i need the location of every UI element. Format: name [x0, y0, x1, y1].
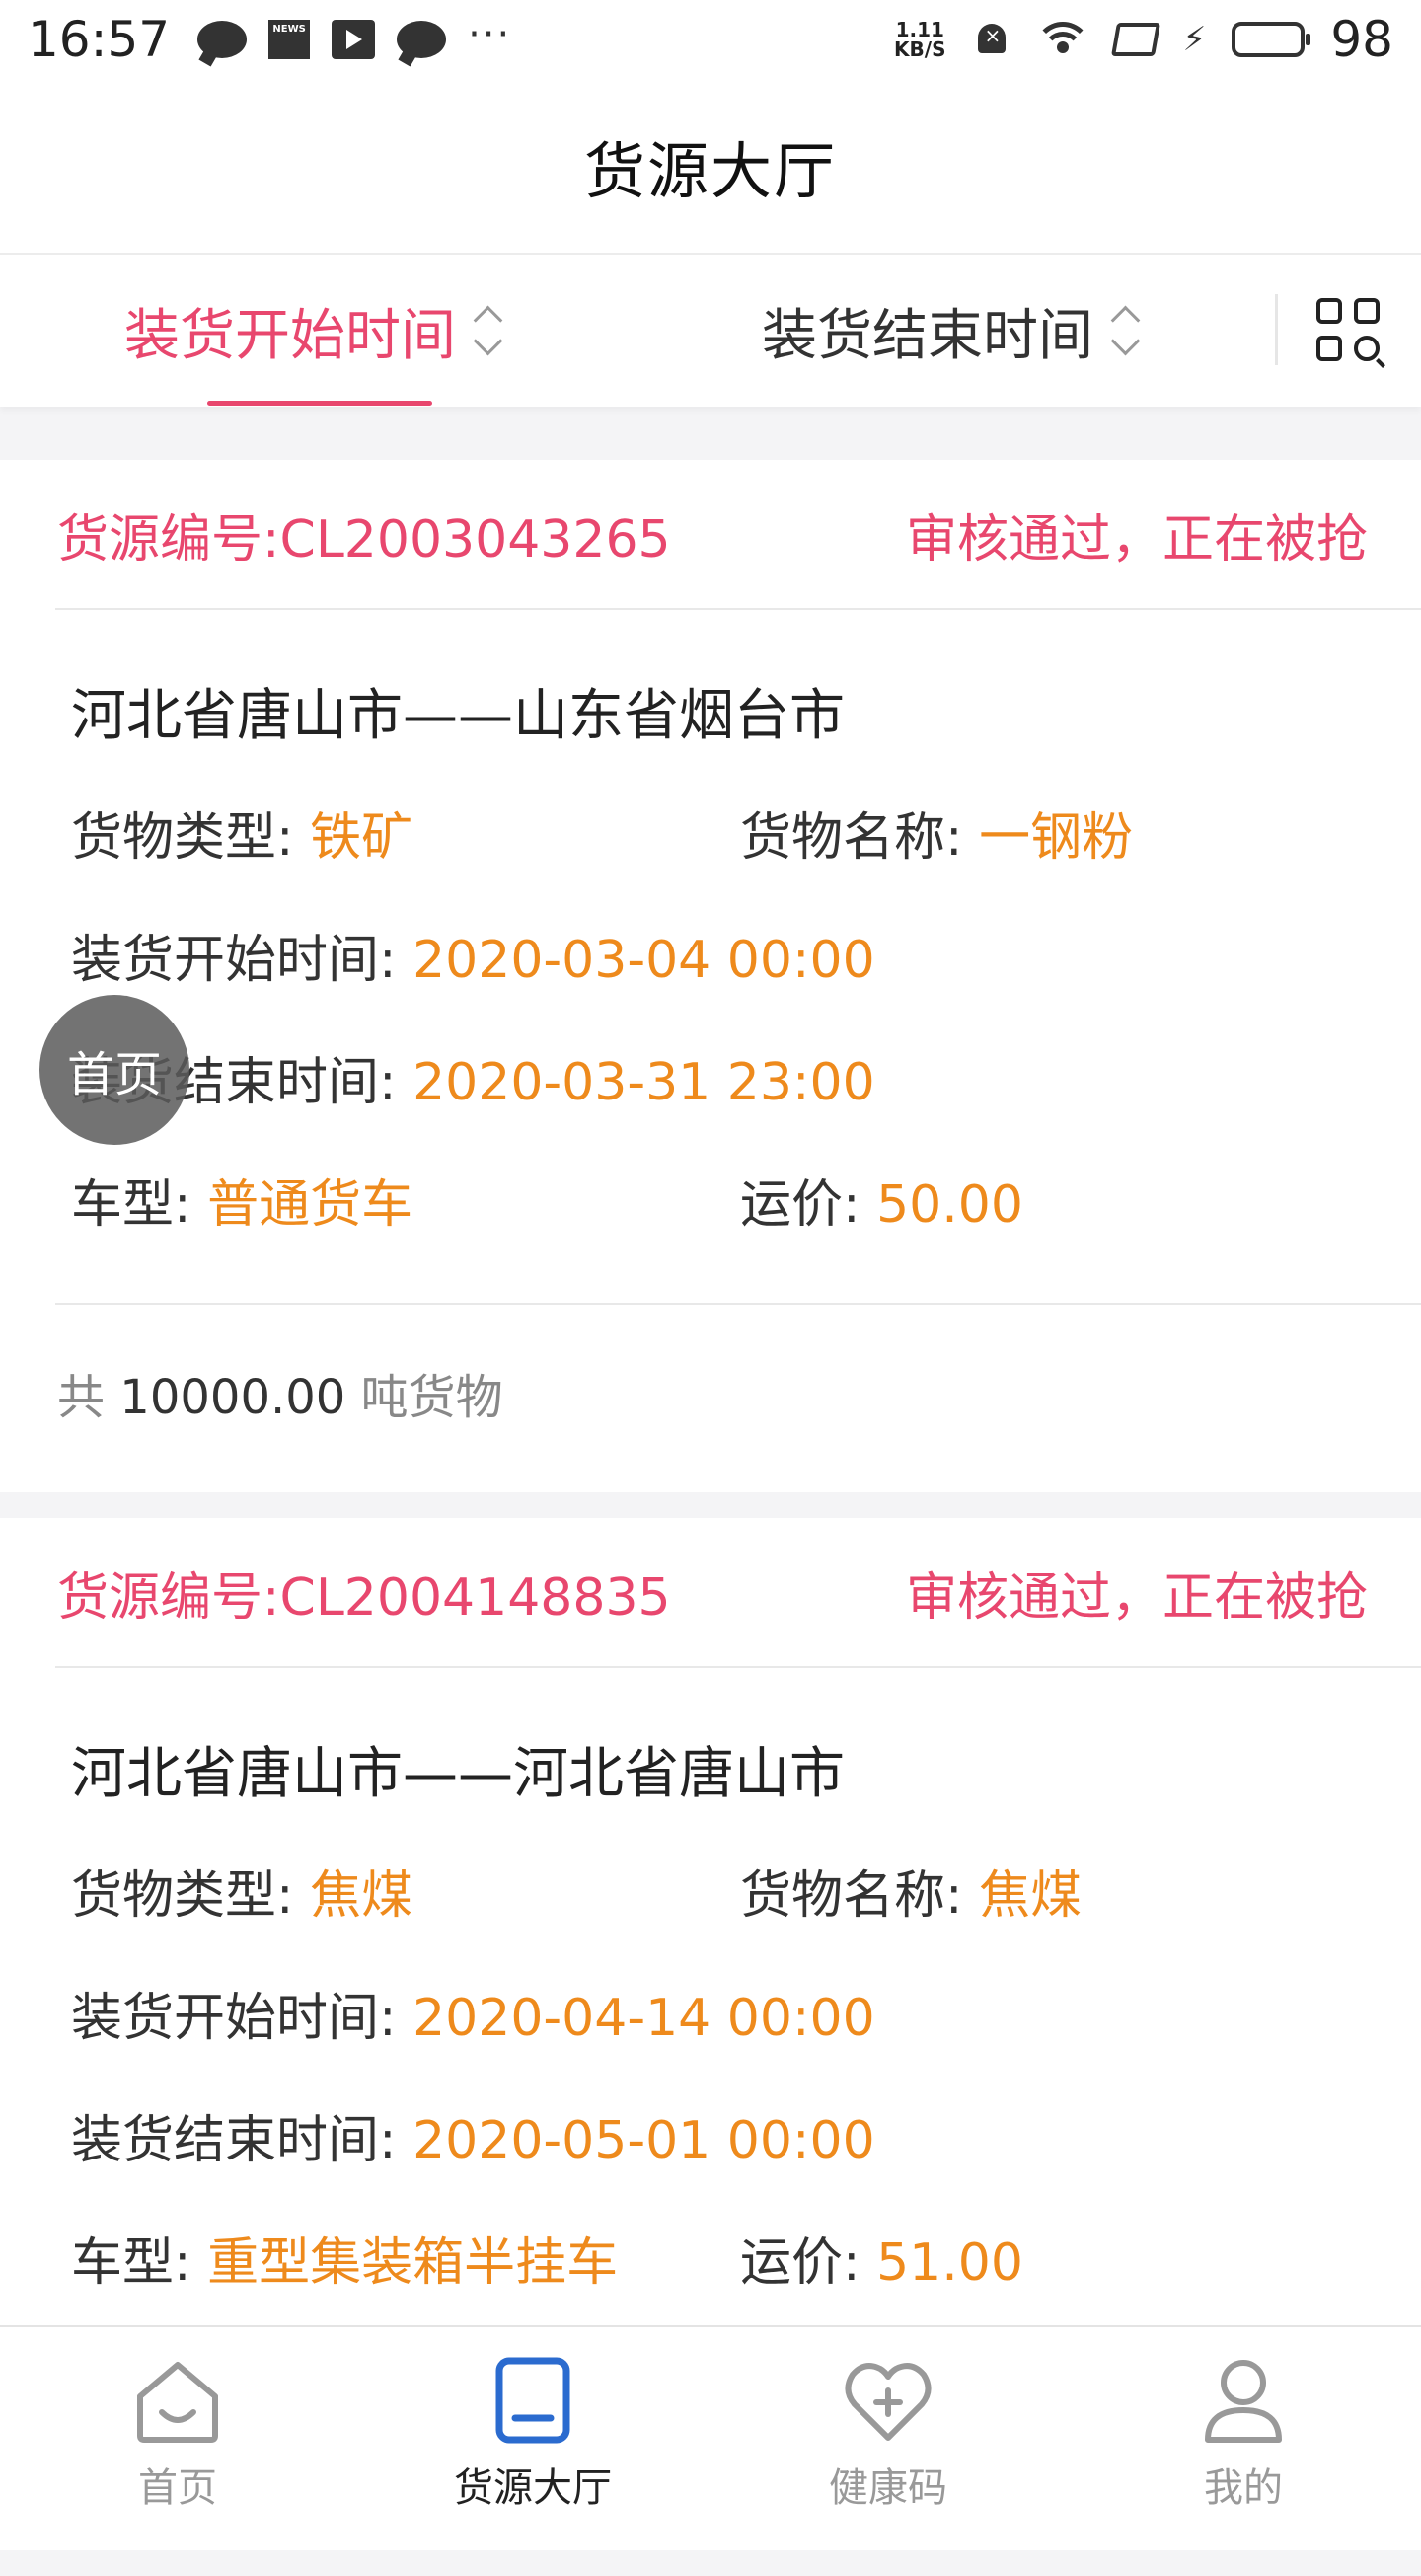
load-start-row: 装货开始时间: 2020-04-14 00:00: [71, 1976, 875, 2050]
charging-icon: ⚡: [1182, 20, 1207, 59]
chat-icon: [197, 21, 248, 58]
sort-tab-label: 装货开始时间: [124, 303, 456, 368]
status-bar: 16:57 NEWS ··· 1.11 KB/S × ⚡ 98: [0, 0, 1421, 79]
user-icon: [1196, 2353, 1291, 2448]
sort-bar: 装货开始时间 装货结束时间: [0, 255, 1421, 407]
cargo-type-row: 货物类型: 铁矿: [71, 796, 412, 870]
load-end-label: 装货结束时间:: [71, 2111, 397, 2170]
cargo-id: 货源编号:CL2003043265: [57, 509, 671, 569]
load-end-row: 装货结束时间: 2020-05-01 00:00: [71, 2098, 875, 2172]
active-tab-indicator: [207, 401, 432, 406]
price-value: 51.00: [876, 2234, 1023, 2293]
vehicle-row: 车型: 重型集装箱半挂车: [71, 2221, 618, 2295]
price-row: 运价: 50.00: [740, 1163, 1023, 1237]
vehicle-value: 普通货车: [207, 1175, 413, 1235]
total-amount: 10000.00: [119, 1370, 346, 1425]
cargo-name-row: 货物名称: 一钢粉: [740, 796, 1133, 870]
header: 货源大厅: [0, 79, 1421, 255]
load-start-row: 装货开始时间: 2020-03-04 00:00: [71, 918, 875, 992]
play-icon: [332, 20, 376, 59]
cargo-name-label: 货物名称:: [740, 808, 963, 868]
price-value: 50.00: [876, 1175, 1023, 1235]
more-dots-icon: ···: [468, 12, 512, 57]
divider: [1275, 294, 1278, 365]
sort-tab-label: 装货结束时间: [762, 303, 1093, 368]
cargo-type-value: 焦煤: [310, 1866, 413, 1926]
cargo-name-value: 焦煤: [979, 1866, 1083, 1926]
load-start-value: 2020-04-14 00:00: [412, 1989, 875, 2048]
cargo-name-value: 一钢粉: [979, 808, 1134, 868]
network-speed-unit: KB/S: [894, 38, 946, 61]
floating-home-button[interactable]: 首页: [39, 995, 189, 1145]
battery-level: 98: [1330, 11, 1393, 68]
load-start-label: 装货开始时间:: [71, 1989, 397, 2048]
document-icon: [486, 2353, 580, 2448]
load-end-value: 2020-05-01 00:00: [412, 2111, 875, 2170]
grid-search-icon[interactable]: [1316, 298, 1385, 367]
divider: [55, 608, 1421, 610]
news-icon-label: NEWS: [272, 24, 306, 35]
floating-home-label: 首页: [66, 1047, 162, 1102]
sort-arrows-icon: [470, 302, 505, 359]
tab-cargo-hall[interactable]: 货源大厅: [355, 2327, 710, 2529]
network-speed: 1.11 KB/S: [894, 20, 945, 59]
cargo-id: 货源编号:CL2004148835: [57, 1567, 671, 1628]
status-badge: 审核通过，正在被抢: [905, 1567, 1368, 1628]
page-title: 货源大厅: [583, 135, 837, 207]
cargo-card[interactable]: 货源编号:CL2003043265 审核通过，正在被抢 河北省唐山市——山东省烟…: [0, 460, 1421, 1492]
vehicle-label: 车型:: [71, 1175, 191, 1235]
status-notification-icons: NEWS ···: [197, 12, 512, 59]
tab-health-code[interactable]: 健康码: [710, 2327, 1066, 2529]
chat-icon: [397, 21, 447, 58]
cargo-name-row: 货物名称: 焦煤: [740, 1854, 1082, 1928]
sort-tab-load-end[interactable]: 装货结束时间: [762, 255, 1143, 407]
load-end-row: 装货结束时间: 2020-03-31 23:00: [71, 1040, 875, 1114]
load-end-value: 2020-03-31 23:00: [412, 1053, 875, 1112]
cargo-name-label: 货物名称:: [740, 1866, 963, 1926]
status-time: 16:57: [28, 11, 171, 68]
heart-plus-icon: [841, 2353, 935, 2448]
sort-arrows-icon: [1107, 302, 1143, 359]
cargo-list: 货源编号:CL2003043265 审核通过，正在被抢 河北省唐山市——山东省烟…: [0, 460, 1421, 2576]
cargo-type-label: 货物类型:: [71, 1866, 294, 1926]
route: 河北省唐山市——河北省唐山市: [71, 1742, 845, 1806]
cargo-type-label: 货物类型:: [71, 808, 294, 868]
news-icon: NEWS: [268, 20, 311, 59]
vehicle-value: 重型集装箱半挂车: [207, 2234, 619, 2293]
mute-bell-icon: ×: [972, 18, 1011, 61]
cargo-type-value: 铁矿: [310, 808, 413, 868]
load-start-value: 2020-03-04 00:00: [412, 931, 875, 990]
tab-label: 首页: [138, 2465, 217, 2511]
rotate-icon: [1110, 23, 1160, 56]
tab-label: 我的: [1204, 2465, 1283, 2511]
status-system-icons: 1.11 KB/S × ⚡ 98: [894, 11, 1393, 68]
route: 河北省唐山市——山东省烟台市: [71, 684, 845, 748]
price-label: 运价:: [740, 1175, 860, 1235]
tab-label: 健康码: [829, 2465, 947, 2511]
sort-tab-load-start[interactable]: 装货开始时间: [124, 255, 505, 407]
vehicle-row: 车型: 普通货车: [71, 1163, 412, 1237]
wifi-icon: [1036, 20, 1088, 59]
card-header: 货源编号:CL2004148835 审核通过，正在被抢: [57, 1518, 1368, 1666]
total-suffix: 吨货物: [360, 1370, 503, 1425]
card-header: 货源编号:CL2003043265 审核通过，正在被抢: [57, 460, 1368, 608]
battery-icon: [1232, 22, 1311, 57]
home-icon: [130, 2353, 225, 2448]
bottom-tab-bar: 首页 货源大厅 健康码 我的: [0, 2325, 1421, 2527]
tab-mine[interactable]: 我的: [1066, 2327, 1421, 2529]
price-label: 运价:: [740, 2234, 860, 2293]
vehicle-label: 车型:: [71, 2234, 191, 2293]
tab-label: 货源大厅: [454, 2465, 612, 2511]
price-row: 运价: 51.00: [740, 2221, 1023, 2295]
load-start-label: 装货开始时间:: [71, 931, 397, 990]
total-weight: 共 10000.00 吨货物: [57, 1358, 503, 1427]
cargo-type-row: 货物类型: 焦煤: [71, 1854, 412, 1928]
divider: [55, 1666, 1421, 1668]
total-prefix: 共: [57, 1370, 106, 1425]
status-badge: 审核通过，正在被抢: [905, 509, 1368, 569]
tab-home[interactable]: 首页: [0, 2327, 355, 2529]
divider: [55, 1303, 1421, 1305]
